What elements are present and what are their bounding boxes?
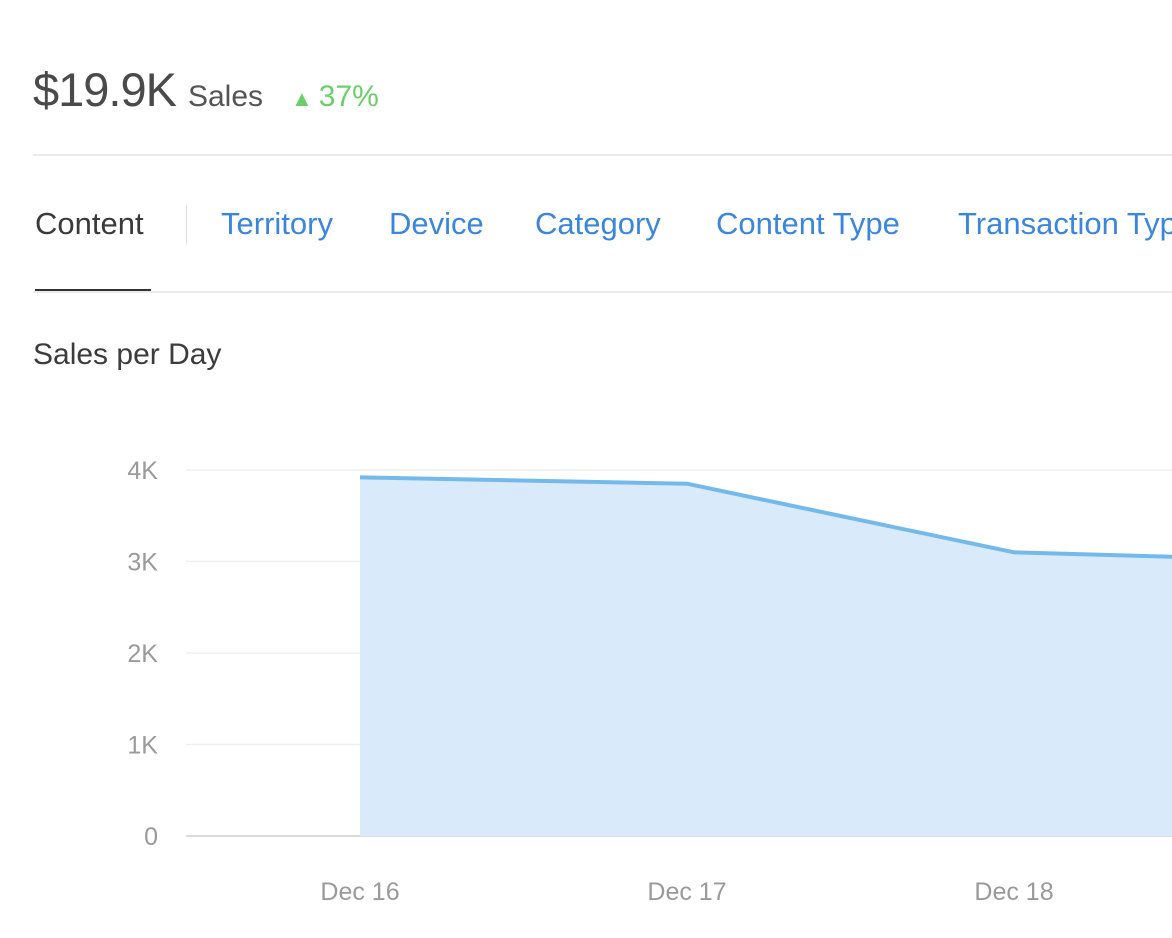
- sales-per-day-chart: 0 1K 2K 3K 4K Dec 16 Dec 17 Dec 18: [127, 457, 1172, 906]
- x-tick-label: Dec 18: [974, 878, 1053, 906]
- y-tick-label: 4K: [127, 457, 158, 485]
- y-axis-labels: 0 1K 2K 3K 4K: [127, 457, 158, 851]
- y-tick-label: 0: [144, 823, 158, 851]
- y-tick-label: 1K: [127, 732, 158, 760]
- area-fill: [360, 477, 1172, 836]
- x-axis-labels: Dec 16 Dec 17 Dec 18: [320, 878, 1053, 906]
- x-tick-label: Dec 16: [320, 878, 399, 906]
- x-tick-label: Dec 17: [647, 878, 726, 906]
- y-tick-label: 3K: [127, 549, 158, 577]
- sales-dashboard: $19.9K Sales ▲ 37% Content Territory Dev…: [0, 0, 1172, 938]
- y-tick-label: 2K: [127, 640, 158, 668]
- chart-area-series: [359, 475, 1172, 836]
